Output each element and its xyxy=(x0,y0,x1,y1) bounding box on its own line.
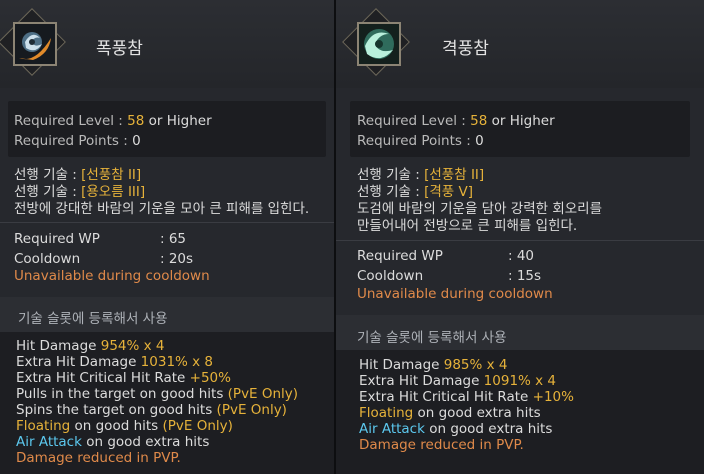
skill-name: 격풍참 xyxy=(442,39,489,59)
skill-description: 전방에 강대한 바람의 기운을 모아 큰 피해를 입힌다. xyxy=(14,201,310,217)
effect-hit-damage: Hit Damage 985% x 4 xyxy=(359,357,508,373)
prerequisite-2: 선행 기술 : [격풍 V] xyxy=(357,184,474,200)
effects-list: Hit Damage 985% x 4 Extra Hit Damage 109… xyxy=(336,350,704,474)
required-points: Required Points : 0 xyxy=(357,133,484,149)
effects-list: Hit Damage 954% x 4 Extra Hit Damage 103… xyxy=(0,332,334,474)
register-bar: 기술 슬롯에 등록해서 사용 xyxy=(336,315,704,350)
whirlwind-slash-orange-icon xyxy=(13,22,57,66)
whirlwind-slash-green-icon xyxy=(357,22,401,66)
skill-description-line-2: 만들어내어 전방으로 큰 피해를 입힌다. xyxy=(357,218,578,234)
required-wp-value: : 40 xyxy=(508,248,535,264)
skill-name: 폭풍참 xyxy=(96,39,143,59)
cooldown-value: : 15s xyxy=(508,268,542,284)
register-bar: 기술 슬롯에 등록해서 사용 xyxy=(0,297,334,332)
effect-extra-hit-damage: Extra Hit Damage 1091% x 4 xyxy=(359,373,557,389)
effect-pvp-reduction: Damage reduced in PVP. xyxy=(359,437,524,453)
effect-hit-damage: Hit Damage 954% x 4 xyxy=(16,338,165,354)
skill-icon-frame xyxy=(0,8,66,76)
cooldown-value: : 20s xyxy=(160,251,194,267)
required-level: Required Level : 58 or Higher xyxy=(357,113,555,129)
effect-floating: Floating on good hits (PvE Only) xyxy=(16,418,233,434)
effect-pull: Pulls in the target on good hits (PvE On… xyxy=(16,386,299,402)
prerequisite-1: 선행 기술 : [선풍참 II] xyxy=(357,167,485,183)
skill-description-line-1: 도검에 바람의 기운을 담아 강력한 회오리를 xyxy=(357,201,603,217)
effect-extra-hit-damage: Extra Hit Damage 1031% x 8 xyxy=(16,354,214,370)
skill-icon-frame xyxy=(342,8,410,76)
prerequisite-2: 선행 기술 : [용오름 III] xyxy=(14,184,146,200)
effect-spin: Spins the target on good hits (PvE Only) xyxy=(16,402,287,418)
effect-pvp-reduction: Damage reduced in PVP. xyxy=(16,450,181,466)
required-level: Required Level : 58 or Higher xyxy=(14,113,212,129)
effect-air-attack: Air Attack on good extra hits xyxy=(16,434,210,450)
effect-floating: Floating on good extra hits xyxy=(359,405,541,421)
prerequisite-1: 선행 기술 : [선풍참 II] xyxy=(14,167,142,183)
effect-extra-crit-rate: Extra Hit Critical Hit Rate +50% xyxy=(16,370,231,386)
effect-extra-crit-rate: Extra Hit Critical Hit Rate +10% xyxy=(359,389,574,405)
unavailable-warning: Unavailable during cooldown xyxy=(357,286,553,302)
unavailable-warning: Unavailable during cooldown xyxy=(14,268,210,284)
tooltip-header: 격풍참 xyxy=(336,0,704,88)
skill-tooltip-left: 폭풍참 Required Level : 58 or Higher Requir… xyxy=(0,0,336,474)
cooldown: Cooldown xyxy=(14,251,81,267)
required-wp-value: : 65 xyxy=(160,231,187,247)
required-points: Required Points : 0 xyxy=(14,133,141,149)
required-wp: Required WP xyxy=(14,231,100,247)
skill-tooltip-right: 격풍참 Required Level : 58 or Higher Requir… xyxy=(336,0,704,474)
skill-tooltip-comparison: 폭풍참 Required Level : 58 or Higher Requir… xyxy=(0,0,704,474)
required-wp: Required WP xyxy=(357,248,443,264)
cooldown: Cooldown xyxy=(357,268,424,284)
effect-air-attack: Air Attack on good extra hits xyxy=(359,421,553,437)
tooltip-header: 폭풍참 xyxy=(0,0,334,88)
